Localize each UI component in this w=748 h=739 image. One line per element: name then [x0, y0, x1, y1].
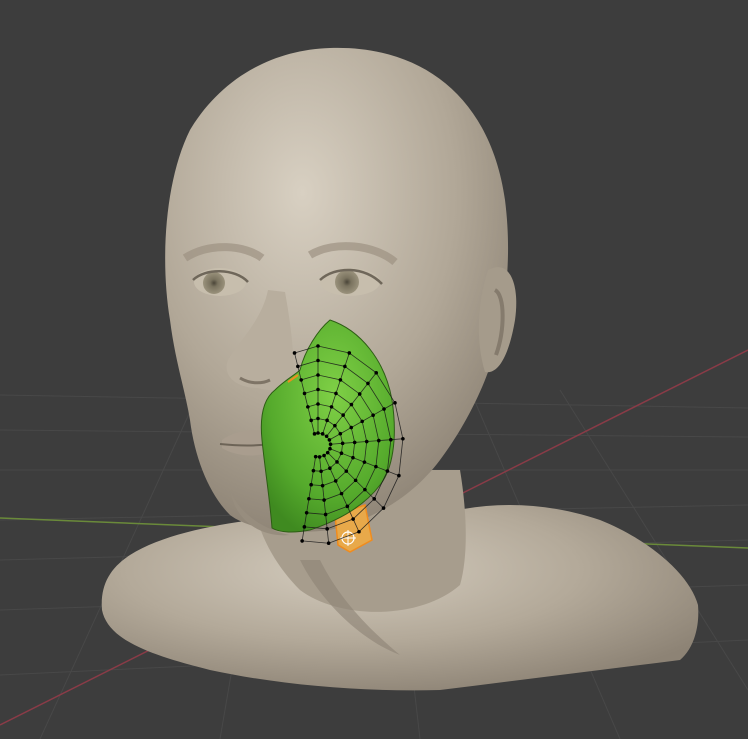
mesh-vertex[interactable] — [326, 541, 331, 546]
mesh-vertex[interactable] — [364, 439, 369, 444]
mesh-vertex[interactable] — [347, 351, 352, 355]
viewport-canvas[interactable] — [0, 0, 748, 739]
mesh-vertex[interactable] — [381, 506, 386, 510]
mesh-vertex[interactable] — [292, 351, 297, 355]
mesh-vertex[interactable] — [366, 381, 370, 386]
mesh-vertex[interactable] — [302, 391, 307, 396]
3d-viewport[interactable] — [0, 0, 748, 739]
mesh-vertex[interactable] — [328, 446, 332, 451]
mesh-vertex[interactable] — [333, 479, 338, 483]
mesh-vertex[interactable] — [353, 478, 358, 483]
mesh-vertex[interactable] — [323, 512, 328, 517]
mesh-vertex[interactable] — [376, 438, 381, 443]
mesh-vertex[interactable] — [322, 453, 326, 458]
mesh-vertex[interactable] — [340, 441, 345, 446]
mesh-vertex[interactable] — [328, 442, 333, 447]
mesh-vertex[interactable] — [372, 497, 377, 501]
mesh-vertex[interactable] — [320, 432, 325, 436]
mesh-vertex[interactable] — [339, 491, 344, 496]
mesh-vertex[interactable] — [325, 527, 329, 531]
mesh-vertex[interactable] — [401, 436, 405, 441]
mesh-vertex[interactable] — [324, 434, 329, 439]
mesh-vertex[interactable] — [382, 407, 386, 411]
mesh-vertex[interactable] — [343, 364, 347, 369]
mesh-vertex[interactable] — [317, 455, 322, 459]
mesh-vertex[interactable] — [316, 344, 320, 348]
mesh-vertex[interactable] — [299, 378, 303, 382]
mesh-vertex[interactable] — [349, 425, 354, 430]
mesh-vertex[interactable] — [309, 482, 313, 487]
mesh-vertex[interactable] — [316, 373, 320, 377]
mesh-vertex[interactable] — [296, 364, 300, 369]
right-ear — [478, 267, 517, 373]
mesh-vertex[interactable] — [335, 460, 339, 464]
mesh-vertex[interactable] — [311, 468, 316, 473]
mesh-vertex[interactable] — [325, 418, 329, 423]
mesh-vertex[interactable] — [360, 419, 364, 424]
mesh-vertex[interactable] — [329, 405, 334, 409]
mesh-vertex[interactable] — [371, 413, 375, 417]
mesh-vertex[interactable] — [338, 431, 343, 436]
mesh-vertex[interactable] — [302, 525, 307, 529]
mesh-vertex[interactable] — [374, 371, 379, 375]
mesh-vertex[interactable] — [341, 413, 345, 417]
mesh-vertex[interactable] — [316, 402, 320, 406]
mesh-vertex[interactable] — [307, 496, 311, 501]
mesh-vertex[interactable] — [327, 438, 332, 442]
mesh-vertex[interactable] — [338, 378, 343, 382]
mesh-vertex[interactable] — [363, 487, 367, 492]
mesh-vertex[interactable] — [339, 451, 344, 455]
mesh-vertex[interactable] — [357, 392, 362, 396]
mesh-vertex[interactable] — [304, 511, 309, 515]
mesh-vertex[interactable] — [316, 416, 320, 421]
mesh-vertex[interactable] — [328, 466, 332, 471]
mesh-vertex[interactable] — [357, 529, 361, 534]
mesh-vertex[interactable] — [325, 450, 330, 455]
mesh-vertex[interactable] — [300, 539, 304, 543]
mesh-vertex[interactable] — [349, 402, 354, 407]
mesh-vertex[interactable] — [351, 455, 355, 460]
mesh-vertex[interactable] — [362, 460, 367, 464]
mesh-vertex[interactable] — [385, 469, 390, 473]
mesh-vertex[interactable] — [389, 437, 393, 442]
mesh-vertex[interactable] — [352, 440, 357, 445]
mesh-vertex[interactable] — [313, 454, 318, 459]
mesh-vertex[interactable] — [334, 391, 338, 396]
mesh-vertex[interactable] — [320, 483, 325, 488]
mesh-vertex[interactable] — [316, 358, 320, 363]
mesh-vertex[interactable] — [316, 431, 320, 435]
mesh-vertex[interactable] — [393, 401, 397, 405]
mesh-vertex[interactable] — [374, 464, 378, 469]
mesh-vertex[interactable] — [322, 498, 326, 502]
mesh-vertex[interactable] — [333, 423, 337, 428]
mesh-vertex[interactable] — [345, 504, 350, 509]
mesh-vertex[interactable] — [306, 405, 310, 409]
mesh-vertex[interactable] — [319, 469, 323, 474]
mesh-vertex[interactable] — [316, 387, 320, 392]
mesh-vertex[interactable] — [309, 418, 313, 423]
mesh-vertex[interactable] — [397, 473, 401, 478]
mesh-vertex[interactable] — [351, 517, 355, 521]
mesh-vertex[interactable] — [344, 469, 349, 473]
mesh-vertex[interactable] — [312, 432, 317, 436]
